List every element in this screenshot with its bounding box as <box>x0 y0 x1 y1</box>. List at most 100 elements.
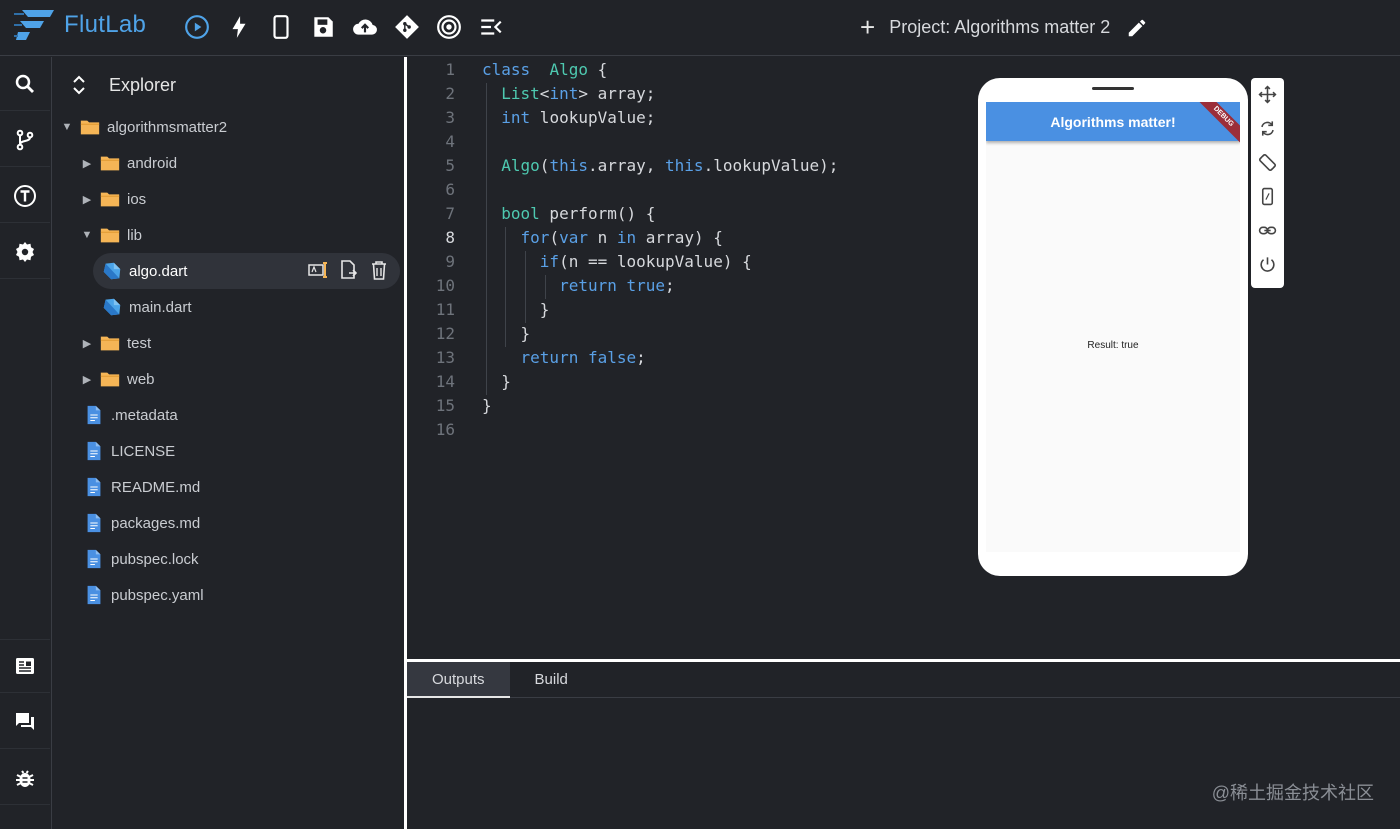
line-number: 7 <box>445 203 455 223</box>
line-number: 8 <box>445 227 455 247</box>
code-line[interactable]: 9 if(n == lookupValue) { <box>407 249 967 273</box>
tree-item-label: algorithmsmatter2 <box>107 118 228 136</box>
file-copy-icon <box>341 260 358 279</box>
watermark: @稀土掘金技术社区 <box>1211 783 1374 803</box>
add-project-button[interactable]: + <box>860 12 875 43</box>
share-link-button[interactable] <box>1255 218 1280 243</box>
caret-right-icon[interactable]: ▶ <box>79 337 95 350</box>
tree-item-label: pubspec.yaml <box>111 586 204 604</box>
tree-file[interactable]: README.md <box>79 469 200 505</box>
code-line[interactable]: 12 } <box>407 321 967 345</box>
app-name: FlutLab <box>64 11 147 38</box>
tree-folder[interactable]: ▶ ios <box>79 181 146 217</box>
tab-build[interactable]: Build <box>510 662 593 698</box>
app-logo[interactable]: FlutLab <box>14 8 146 42</box>
tree-file[interactable]: pubspec.yaml <box>79 577 204 613</box>
code-line[interactable]: 15} <box>407 393 967 417</box>
tree-file[interactable]: pubspec.lock <box>79 541 199 577</box>
code-line[interactable]: 11 } <box>407 297 967 321</box>
search-icon <box>15 74 34 93</box>
tree-item-label: web <box>127 370 155 388</box>
code-line[interactable]: 10 return true; <box>407 273 967 297</box>
chat-icon <box>16 712 34 730</box>
code-line[interactable]: 4 <box>407 129 967 153</box>
device-button[interactable] <box>260 10 302 44</box>
git-button[interactable] <box>386 10 428 44</box>
code-line[interactable]: 7 bool perform() { <box>407 201 967 225</box>
code-text: return false; <box>482 347 646 367</box>
edit-icon[interactable] <box>1126 17 1148 39</box>
rename-button[interactable] <box>308 259 330 281</box>
flash-icon <box>232 16 246 38</box>
code-text: class Algo { <box>482 59 608 79</box>
code-line[interactable]: 3 int lookupValue; <box>407 105 967 129</box>
device-frame-button[interactable] <box>1255 184 1280 209</box>
device-preview[interactable]: Algorithms matter! DEBUG Result: true <box>978 78 1248 576</box>
move-preview-button[interactable] <box>1255 82 1280 107</box>
code-text: int lookupValue; <box>482 107 656 127</box>
dart-file-icon <box>103 262 121 280</box>
code-line[interactable]: 16 <box>407 417 967 441</box>
folder-open-icon <box>80 120 100 135</box>
rename-icon <box>308 262 327 278</box>
settings-button[interactable] <box>0 225 50 279</box>
dart-file-icon <box>103 298 121 316</box>
tree-folder[interactable]: ▶ test <box>79 325 151 361</box>
code-line[interactable]: 1 class Algo { <box>407 57 967 81</box>
tree-folder[interactable]: ▼ lib <box>79 217 142 253</box>
caret-right-icon[interactable]: ▶ <box>79 193 95 206</box>
settings-icon <box>16 241 34 262</box>
tab-outputs[interactable]: Outputs <box>407 662 510 698</box>
indent-guide <box>505 227 506 347</box>
tree-file[interactable]: main.dart <box>97 289 192 325</box>
tree-file[interactable]: algo.dart <box>93 253 400 289</box>
code-line[interactable]: 8 for(var n in array) { <box>407 225 967 249</box>
caret-right-icon[interactable]: ▶ <box>79 157 95 170</box>
rotate-screen-button[interactable] <box>1255 150 1280 175</box>
tree-item-label: android <box>127 154 178 172</box>
tree-file[interactable]: LICENSE <box>79 433 175 469</box>
target-button[interactable] <box>428 10 470 44</box>
tree-folder[interactable]: ▶ android <box>79 145 177 181</box>
tree-folder[interactable]: ▼ algorithmsmatter2 <box>59 109 228 145</box>
chat-button[interactable] <box>0 695 50 749</box>
code-line[interactable]: 6 <box>407 177 967 201</box>
cloud-upload-button[interactable] <box>344 10 386 44</box>
caret-down-icon[interactable]: ▼ <box>79 229 95 241</box>
line-number: 5 <box>445 155 455 175</box>
power-button[interactable] <box>1255 252 1280 277</box>
code-line[interactable]: 5 Algo(this.array, this.lookupValue); <box>407 153 967 177</box>
templates-button[interactable] <box>0 169 50 223</box>
tree-file[interactable]: packages.md <box>79 505 200 541</box>
code-text: } <box>482 395 492 415</box>
code-line[interactable]: 13 return false; <box>407 345 967 369</box>
unfold-icon <box>73 75 85 95</box>
caret-right-icon[interactable]: ▶ <box>79 373 95 386</box>
delete-file-button[interactable] <box>368 259 390 281</box>
run-button[interactable] <box>176 10 218 44</box>
hot-reload-button[interactable] <box>218 10 260 44</box>
git-icon <box>395 15 419 39</box>
docs-button[interactable] <box>0 639 50 693</box>
source-control-button[interactable] <box>0 113 50 167</box>
project-header: + Project: Algorithms matter 2 <box>860 12 1148 43</box>
copy-file-button[interactable] <box>338 259 360 281</box>
line-number: 10 <box>435 275 455 295</box>
expand-collapse-button[interactable] <box>53 75 105 95</box>
app-screen[interactable]: Algorithms matter! DEBUG Result: true <box>986 102 1240 552</box>
reload-preview-button[interactable] <box>1255 116 1280 141</box>
indent-guide <box>486 83 487 395</box>
search-button[interactable] <box>0 57 50 111</box>
code-line[interactable]: 2 List<int> array; <box>407 81 967 105</box>
code-text: for(var n in array) { <box>482 227 723 247</box>
code-line[interactable]: 14 } <box>407 369 967 393</box>
caret-down-icon[interactable]: ▼ <box>59 121 75 133</box>
collapse-menu-button[interactable] <box>470 10 512 44</box>
tree-file[interactable]: .metadata <box>79 397 178 433</box>
debug-button[interactable] <box>0 751 50 805</box>
line-number: 4 <box>445 131 455 151</box>
tree-item-label: LICENSE <box>111 442 176 460</box>
output-tabs: Outputs Build <box>407 662 1400 698</box>
save-button[interactable] <box>302 10 344 44</box>
tree-folder[interactable]: ▶ web <box>79 361 155 397</box>
